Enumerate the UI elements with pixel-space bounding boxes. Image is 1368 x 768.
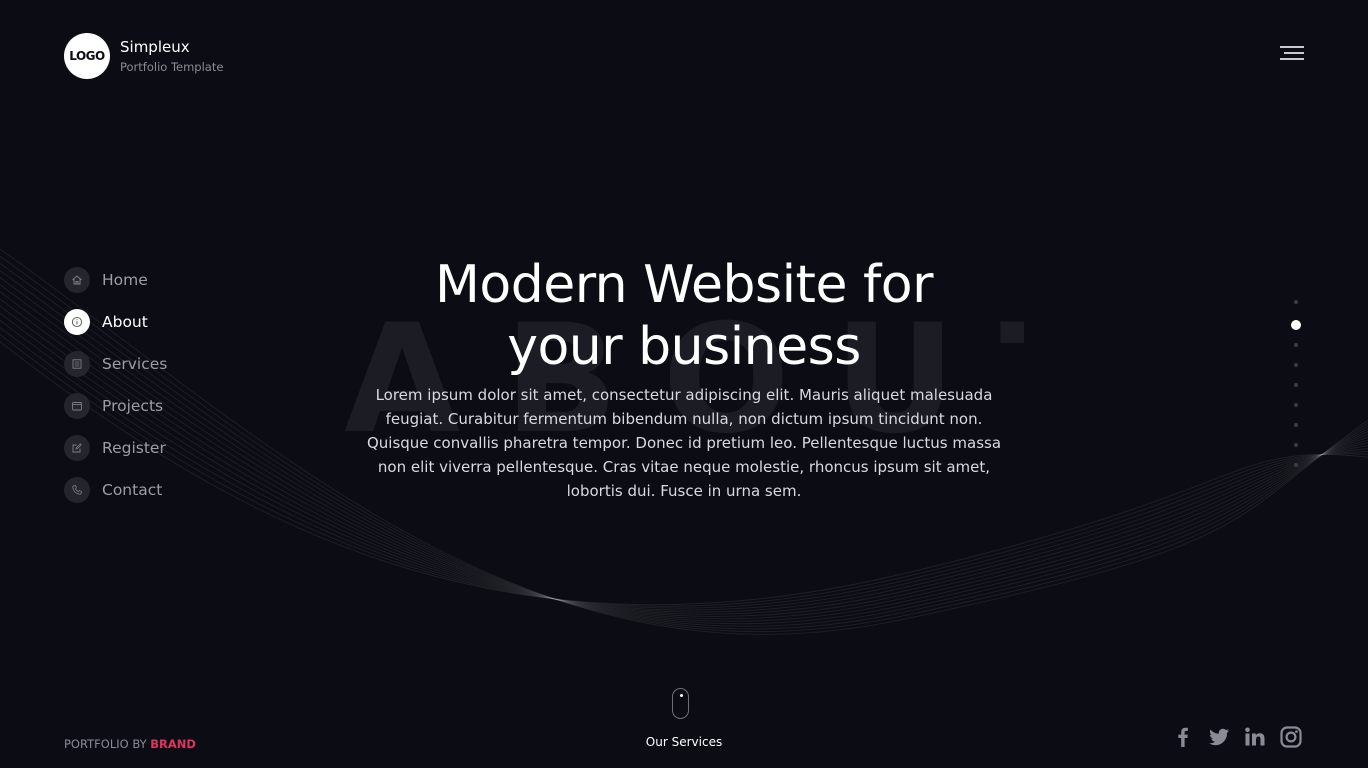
nav-item-register[interactable]: Register — [64, 435, 167, 461]
hero-title-line1: Modern Website for — [435, 255, 933, 315]
pager-dot[interactable] — [1294, 403, 1298, 407]
credit-brand-link[interactable]: BRAND — [150, 737, 196, 751]
credit-prefix: PORTFOLIO BY — [64, 737, 151, 751]
pager-dot[interactable] — [1294, 363, 1298, 367]
pager-dot[interactable] — [1294, 443, 1298, 447]
phone-icon — [64, 477, 90, 503]
nav-item-projects[interactable]: Projects — [64, 393, 167, 419]
info-icon — [64, 309, 90, 335]
pager-dot[interactable] — [1291, 320, 1301, 330]
home-icon — [64, 267, 90, 293]
folder-icon — [64, 393, 90, 419]
edit-icon — [64, 435, 90, 461]
scroll-next-section-link[interactable]: Our Services — [584, 735, 784, 749]
side-navigation: Home About Services Projects Register Co… — [64, 267, 167, 519]
list-icon — [64, 351, 90, 377]
scroll-mouse-icon[interactable] — [672, 688, 689, 719]
pager-dot[interactable] — [1294, 343, 1298, 347]
pager-dot[interactable] — [1294, 300, 1298, 304]
nav-label-projects: Projects — [102, 397, 164, 415]
hero-title: Modern Website for your business — [384, 254, 984, 378]
brand-name: Simpleux — [120, 38, 190, 56]
linkedin-icon[interactable] — [1242, 724, 1268, 750]
hero-title-line2: your business — [507, 317, 861, 377]
nav-label-services: Services — [102, 355, 168, 373]
nav-label-about: About — [102, 313, 148, 331]
pager-dot[interactable] — [1294, 423, 1298, 427]
scroll-wheel-dot — [679, 694, 683, 697]
hamburger-menu-icon[interactable] — [1278, 44, 1304, 64]
instagram-icon[interactable] — [1278, 724, 1304, 750]
brand-text: Simpleux Portfolio Template — [120, 38, 223, 74]
pager-dot[interactable] — [1294, 463, 1298, 467]
nav-label-register: Register — [102, 439, 166, 457]
nav-label-contact: Contact — [102, 481, 163, 499]
footer-credit: PORTFOLIO BY BRAND — [64, 737, 196, 751]
section-pager — [1290, 300, 1302, 483]
pager-dot[interactable] — [1294, 383, 1298, 387]
brand-subtitle: Portfolio Template — [120, 60, 224, 74]
nav-item-home[interactable]: Home — [64, 267, 167, 293]
social-links — [1170, 724, 1304, 750]
twitter-icon[interactable] — [1206, 724, 1232, 750]
facebook-icon[interactable] — [1170, 724, 1196, 750]
logo[interactable]: LOGO — [64, 33, 110, 79]
nav-item-about[interactable]: About — [64, 309, 167, 335]
page: LOGO Simpleux Portfolio Template Home Ab… — [0, 0, 1368, 768]
nav-label-home: Home — [102, 271, 148, 289]
nav-item-contact[interactable]: Contact — [64, 477, 167, 503]
nav-item-services[interactable]: Services — [64, 351, 167, 377]
hero-description: Lorem ipsum dolor sit amet, consectetur … — [366, 386, 1002, 500]
brand[interactable]: LOGO Simpleux Portfolio Template — [64, 33, 223, 79]
